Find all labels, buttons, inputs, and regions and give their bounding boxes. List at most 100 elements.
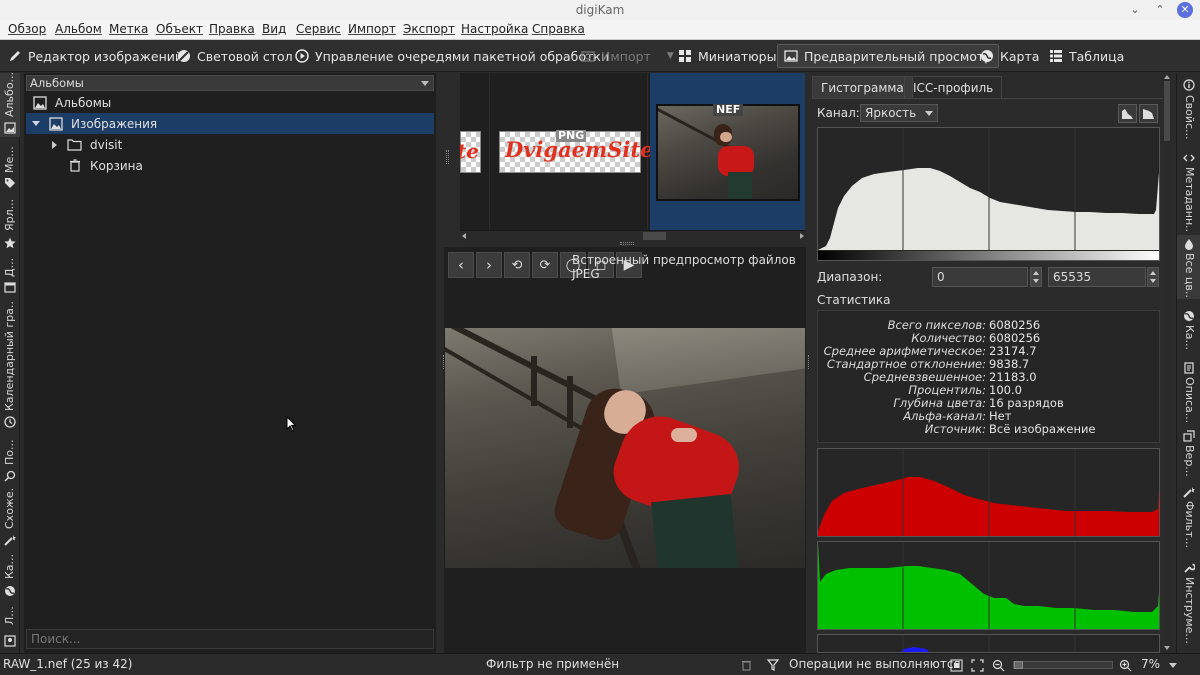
- tab-timeline[interactable]: Календарный гра...: [0, 301, 20, 431]
- close-button[interactable]: ✕: [1177, 2, 1193, 18]
- tree-item-albums-root[interactable]: Альбомы: [26, 92, 434, 113]
- table-icon: [1050, 50, 1062, 62]
- tab-metadata[interactable]: Метаданн...: [1177, 149, 1200, 233]
- tab-filters[interactable]: Фильт...: [1177, 483, 1200, 555]
- window-title: digiKam: [575, 3, 625, 17]
- info-icon: [1183, 79, 1195, 91]
- zoom-100-icon[interactable]: [971, 659, 984, 672]
- zoom-out-icon[interactable]: [992, 659, 1005, 672]
- menu-view[interactable]: Вид: [262, 22, 286, 36]
- menu-edit[interactable]: Правка: [209, 22, 255, 36]
- tab-ratings[interactable]: Ярл...: [0, 197, 20, 253]
- albums-header-combo[interactable]: Альбомы: [26, 75, 434, 91]
- previous-image-button[interactable]: ‹: [448, 252, 474, 278]
- tab-search[interactable]: По...: [0, 435, 20, 485]
- scroll-right-icon[interactable]: [800, 233, 804, 239]
- trash-icon[interactable]: [741, 659, 752, 671]
- batch-queue-button[interactable]: Управление очередями пакетной обработки: [289, 44, 615, 68]
- menu-tools[interactable]: Сервис: [296, 22, 341, 36]
- tab-histogram[interactable]: Гистограмма: [812, 76, 913, 98]
- menu-settings[interactable]: Настройка: [461, 22, 528, 36]
- tree-item-trash[interactable]: Корзина: [26, 155, 434, 176]
- tab-icc-profile[interactable]: ICC-профиль: [904, 76, 1003, 98]
- tab-map[interactable]: Ка...: [1177, 307, 1200, 357]
- tab-colors[interactable]: Все цв...: [1177, 235, 1200, 299]
- face-icon: [4, 635, 16, 647]
- tree-item-images[interactable]: Изображения: [26, 113, 434, 134]
- thumbnail-item-png[interactable]: DvigaemSite PNG: [493, 73, 653, 230]
- channel-select[interactable]: Яркость: [860, 104, 938, 122]
- trash-icon: [70, 159, 80, 172]
- right-panel-scrollbar[interactable]: [1163, 73, 1172, 653]
- album-icon: [4, 122, 16, 134]
- table-view-button[interactable]: Таблица: [1043, 44, 1130, 68]
- tab-dates[interactable]: Д...: [0, 257, 20, 297]
- star-icon: [4, 237, 16, 249]
- tab-similarity[interactable]: Схоже...: [0, 489, 20, 549]
- thumbnail-item[interactable]: te: [460, 73, 490, 230]
- splitter-handle[interactable]: [808, 355, 810, 369]
- splitter-handle[interactable]: [620, 242, 634, 245]
- wrench-icon: [1184, 563, 1195, 573]
- main-toolbar: Редактор изображений Световой стол Управ…: [0, 40, 1200, 72]
- range-min-spinner[interactable]: [1030, 267, 1042, 287]
- map-view-button[interactable]: Карта: [974, 44, 1045, 68]
- red-histogram-plot: [818, 449, 1159, 536]
- thumbnail-item-nef-selected[interactable]: NEF: [650, 73, 806, 230]
- menu-export[interactable]: Экспорт: [403, 22, 455, 36]
- preview-view-button[interactable]: Предварительный просмотр: [777, 44, 1000, 68]
- tree-item-label: Альбомы: [55, 95, 112, 110]
- album-icon: [49, 116, 63, 131]
- rotate-right-button[interactable]: ⟳: [532, 252, 558, 278]
- tree-item-label: dvisit: [90, 137, 123, 152]
- tab-tools[interactable]: Инструме...: [1177, 559, 1200, 651]
- image-editor-button[interactable]: Редактор изображений: [2, 44, 189, 68]
- next-image-button[interactable]: ›: [476, 252, 502, 278]
- minimize-button[interactable]: ⌄: [1127, 2, 1143, 18]
- import-button[interactable]: Импорт ▼: [575, 44, 680, 68]
- image-editor-label: Редактор изображений: [28, 48, 184, 64]
- zoom-slider[interactable]: [1013, 661, 1113, 669]
- luminosity-histogram[interactable]: [817, 127, 1160, 261]
- range-max-input[interactable]: 65535: [1048, 267, 1146, 287]
- tab-map[interactable]: Ка...: [0, 553, 20, 599]
- grid-icon: [679, 50, 691, 62]
- menu-overview[interactable]: Обзор: [8, 22, 46, 36]
- scrollbar-thumb[interactable]: [1164, 81, 1170, 141]
- tab-albums[interactable]: Альбо...: [0, 73, 20, 137]
- album-search-input[interactable]: Поиск...: [26, 629, 434, 649]
- tab-properties[interactable]: Свойс...: [1177, 73, 1200, 145]
- tab-labels[interactable]: Ме...: [0, 141, 20, 193]
- scrollbar-thumb[interactable]: [643, 232, 666, 240]
- tab-versions[interactable]: Вер...: [1177, 427, 1200, 479]
- thumbnails-view-button[interactable]: Миниатюры: [672, 44, 782, 68]
- linear-scale-button[interactable]: [1118, 104, 1137, 123]
- menu-object[interactable]: Объект: [156, 22, 203, 36]
- menu-tag[interactable]: Метка: [109, 22, 148, 36]
- maximize-button[interactable]: ⌃: [1152, 2, 1168, 18]
- rotate-left-button[interactable]: ⟲: [504, 252, 530, 278]
- range-max-spinner[interactable]: [1147, 267, 1159, 287]
- log-scale-button[interactable]: [1139, 104, 1158, 123]
- splitter-handle[interactable]: [446, 150, 449, 164]
- tree-item-dvisit[interactable]: dvisit: [26, 134, 434, 155]
- collapse-arrow-icon[interactable]: [32, 121, 40, 126]
- scroll-down-icon[interactable]: [1164, 646, 1170, 650]
- filter-icon[interactable]: [767, 659, 779, 671]
- scroll-up-icon[interactable]: [1164, 75, 1170, 79]
- status-filter-info: Фильтр не применён: [486, 657, 620, 671]
- tab-people[interactable]: Л...: [0, 603, 20, 651]
- fit-window-icon[interactable]: [950, 659, 963, 672]
- expand-arrow-icon[interactable]: [52, 140, 57, 149]
- scroll-left-icon[interactable]: [462, 233, 466, 239]
- menu-album[interactable]: Альбом: [55, 22, 102, 36]
- menu-import[interactable]: Импорт: [348, 22, 396, 36]
- zoom-dropdown-icon[interactable]: [1169, 663, 1177, 668]
- light-table-button[interactable]: Световой стол: [171, 44, 299, 68]
- thumbnail-horizontal-scrollbar[interactable]: [460, 230, 806, 241]
- zoom-slider-handle[interactable]: [1014, 661, 1023, 669]
- zoom-in-icon[interactable]: [1119, 659, 1132, 672]
- menu-help[interactable]: Справка: [532, 22, 585, 36]
- range-min-input[interactable]: 0: [932, 267, 1028, 287]
- tab-captions[interactable]: Описа...: [1177, 359, 1200, 423]
